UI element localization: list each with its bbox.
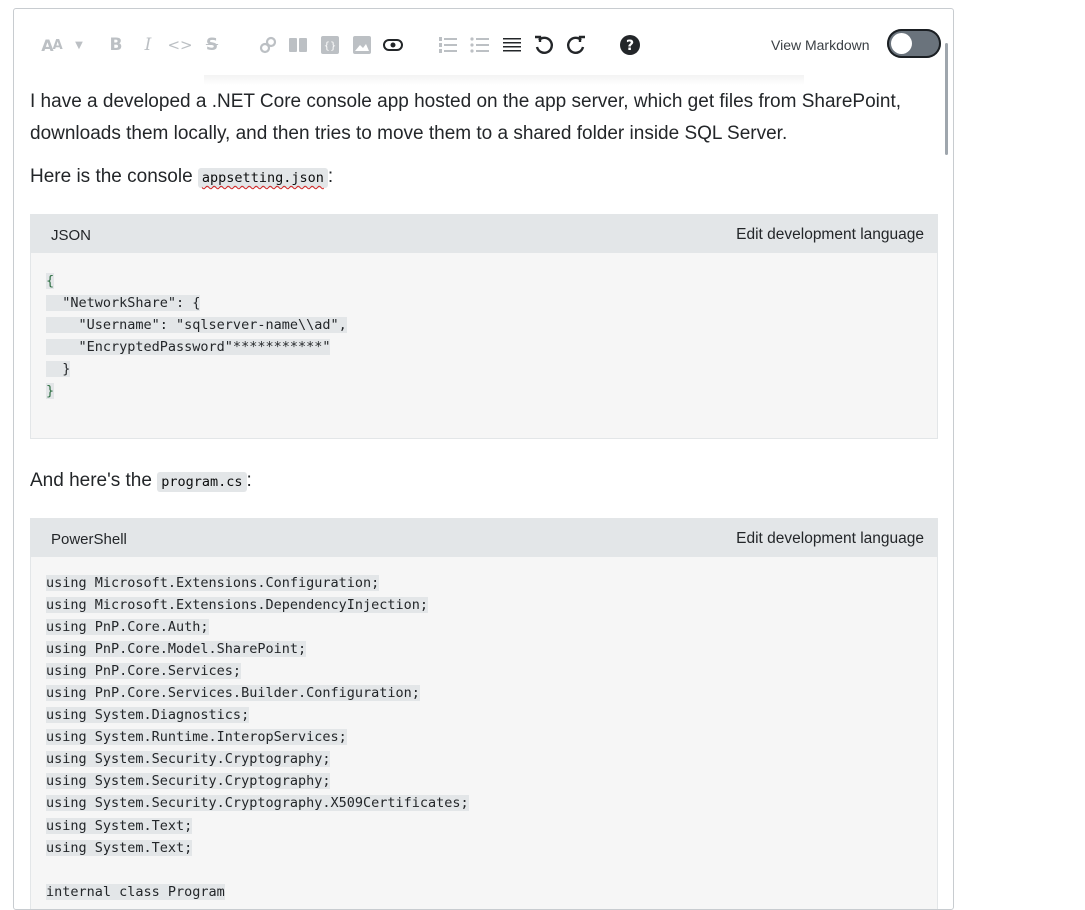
code-line: using PnP.Core.Services; xyxy=(46,663,242,679)
code-line: "Username": "sqlserver-name\\ad", xyxy=(46,317,347,333)
code-language-label: JSON xyxy=(51,227,92,244)
code-line: } xyxy=(46,361,71,377)
code-block-json[interactable]: JSON Edit development language { "Networ… xyxy=(30,214,938,439)
bold-icon[interactable]: B xyxy=(104,33,128,57)
chevron-down-icon[interactable]: ▼ xyxy=(72,33,86,57)
code-icon[interactable]: <> xyxy=(167,33,192,57)
view-markdown-toggle[interactable] xyxy=(887,29,941,58)
markdown-editor[interactable]: AA ▼ B I <> S {} ? View Markdown I have … xyxy=(13,8,954,910)
inline-code: appsetting.json xyxy=(197,168,328,188)
blockquote-icon[interactable] xyxy=(286,33,310,57)
horizontal-rule-icon[interactable] xyxy=(500,33,524,57)
paragraph-intro[interactable]: I have a developed a .NET Core console a… xyxy=(30,86,901,150)
code-line: internal class Program xyxy=(46,884,225,900)
code-line: using System.Security.Cryptography; xyxy=(46,751,331,767)
svg-text:?: ? xyxy=(626,38,634,54)
strikethrough-icon[interactable]: S xyxy=(200,33,224,57)
inline-code: program.cs xyxy=(157,472,247,492)
code-line: using PnP.Core.Services.Builder.Configur… xyxy=(46,685,420,701)
code-line: using System.Security.Cryptography; xyxy=(46,773,331,789)
unordered-list-icon[interactable] xyxy=(468,33,492,57)
image-icon[interactable] xyxy=(350,33,374,57)
paragraph-line: I have a developed a .NET Core console a… xyxy=(30,91,902,112)
code-line: using System.Runtime.InteropServices; xyxy=(46,729,347,745)
toggle-knob xyxy=(891,33,912,54)
edit-language-button[interactable]: Edit development language xyxy=(736,226,924,244)
code-block-powershell[interactable]: PowerShell Edit development language usi… xyxy=(30,518,938,909)
code-line: using System.Diagnostics; xyxy=(46,707,250,723)
editor-toolbar: AA ▼ B I <> S {} ? View Markdown xyxy=(14,9,953,85)
code-language-label: PowerShell xyxy=(51,531,127,548)
editor-scrollbar[interactable] xyxy=(945,43,948,155)
code-line: using Microsoft.Extensions.DependencyInj… xyxy=(46,597,429,613)
redo-icon[interactable] xyxy=(564,33,588,57)
toolbar-shadow xyxy=(204,75,804,85)
paragraph-suffix: : xyxy=(246,470,252,491)
snippet-icon[interactable] xyxy=(381,33,405,57)
undo-icon[interactable] xyxy=(532,33,556,57)
paragraph-console[interactable]: Here is the console appsetting.json: xyxy=(30,161,333,194)
code-line: using System.Security.Cryptography.X509C… xyxy=(46,795,469,811)
paragraph-line: downloads them locally, and then tries t… xyxy=(30,123,788,144)
code-block-icon[interactable]: {} xyxy=(318,33,342,57)
italic-icon[interactable]: I xyxy=(136,33,160,57)
text-size-icon[interactable]: AA xyxy=(38,33,66,57)
view-markdown-label: View Markdown xyxy=(771,37,870,53)
code-line: using PnP.Core.Model.SharePoint; xyxy=(46,641,307,657)
edit-language-button[interactable]: Edit development language xyxy=(736,530,924,548)
code-line: "NetworkShare": { xyxy=(46,295,201,311)
link-icon[interactable] xyxy=(256,33,280,57)
code-line: "EncryptedPassword"***********" xyxy=(46,339,331,355)
paragraph-text: And here's the xyxy=(30,470,158,491)
code-line: using PnP.Core.Auth; xyxy=(46,619,209,635)
code-block-header: JSON Edit development language xyxy=(31,215,937,253)
paragraph-suffix: : xyxy=(327,166,334,187)
svg-text:{}: {} xyxy=(324,41,337,52)
code-block-header: PowerShell Edit development language xyxy=(31,519,937,557)
ordered-list-icon[interactable] xyxy=(436,33,460,57)
code-line: using Microsoft.Extensions.Configuration… xyxy=(46,575,380,591)
code-line: using System.Text; xyxy=(46,818,193,834)
paragraph-text: Here is the console xyxy=(30,166,198,187)
paragraph-program[interactable]: And here's the program.cs: xyxy=(30,465,252,498)
code-line: } xyxy=(46,383,55,399)
code-line: using System.Text; xyxy=(46,840,193,856)
help-icon[interactable]: ? xyxy=(618,33,642,57)
code-line: { xyxy=(46,273,55,289)
